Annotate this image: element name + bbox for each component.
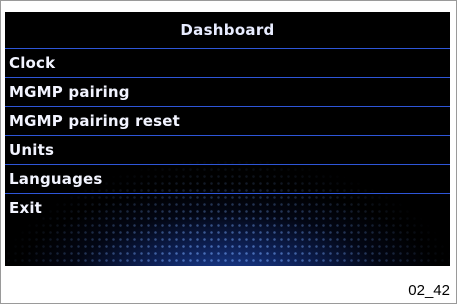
figure-frame: Dashboard Clock MGMP pairing MGMP pairin… <box>0 0 457 304</box>
menu-item-mgmp-pairing-reset[interactable]: MGMP pairing reset <box>5 107 450 136</box>
screen-title: Dashboard <box>180 20 275 39</box>
menu-item-clock[interactable]: Clock <box>5 49 450 78</box>
menu-item-mgmp-pairing[interactable]: MGMP pairing <box>5 78 450 107</box>
menu-item-units[interactable]: Units <box>5 136 450 165</box>
menu-item-languages[interactable]: Languages <box>5 165 450 194</box>
dashboard-menu: Clock MGMP pairing MGMP pairing reset Un… <box>5 49 450 223</box>
menu-item-exit[interactable]: Exit <box>5 194 450 223</box>
dashboard-screen: Dashboard Clock MGMP pairing MGMP pairin… <box>5 12 450 266</box>
figure-label: 02_42 <box>408 282 450 299</box>
